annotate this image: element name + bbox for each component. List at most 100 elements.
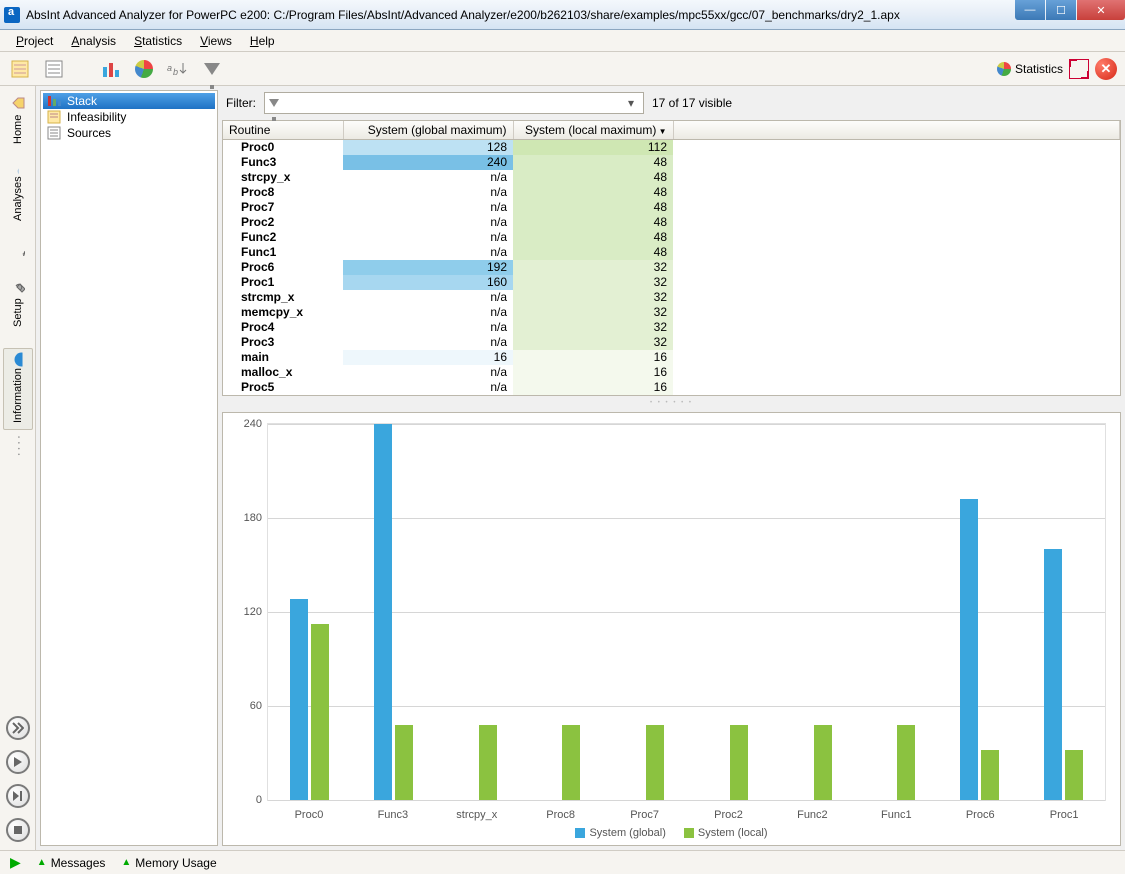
bar[interactable] bbox=[897, 725, 915, 800]
toolbar-btn-pie[interactable] bbox=[132, 57, 156, 81]
cell-routine: Proc0 bbox=[223, 140, 343, 155]
col-routine[interactable]: Routine bbox=[223, 121, 343, 140]
messages-label: Messages bbox=[51, 856, 106, 870]
bar[interactable] bbox=[960, 499, 978, 800]
window-close-button[interactable]: ✕ bbox=[1077, 0, 1125, 20]
cell-routine: Proc1 bbox=[223, 275, 343, 290]
tree-item-stack[interactable]: Stack bbox=[43, 93, 215, 109]
toolbar-btn-2[interactable] bbox=[42, 57, 66, 81]
filter-dropdown-button[interactable]: ▾ bbox=[623, 96, 639, 110]
table-row[interactable]: malloc_xn/a16 bbox=[223, 365, 1120, 380]
barchart-icon bbox=[100, 59, 120, 79]
cell-routine: memcpy_x bbox=[223, 305, 343, 320]
filter-input-wrap[interactable]: ▾ bbox=[264, 92, 644, 114]
step-button[interactable] bbox=[6, 784, 30, 808]
table-row[interactable]: Proc2n/a48 bbox=[223, 215, 1120, 230]
bar[interactable] bbox=[646, 725, 664, 800]
play-button[interactable] bbox=[6, 750, 30, 774]
bar[interactable] bbox=[311, 624, 329, 800]
funnel-icon bbox=[204, 63, 220, 75]
run-button[interactable]: ▶ bbox=[10, 854, 21, 871]
bar[interactable] bbox=[395, 725, 413, 800]
cell-local: 16 bbox=[513, 380, 673, 395]
horizontal-splitter[interactable]: • • • • • • bbox=[222, 400, 1121, 408]
table-row[interactable]: Proc8n/a48 bbox=[223, 185, 1120, 200]
window-title: AbsInt Advanced Analyzer for PowerPC e20… bbox=[26, 8, 900, 22]
home-icon bbox=[11, 96, 25, 110]
table-row[interactable]: Proc116032 bbox=[223, 275, 1120, 290]
table-row[interactable]: Proc3n/a32 bbox=[223, 335, 1120, 350]
vtab-analyses[interactable]: Analysesa bbox=[3, 164, 33, 228]
menu-analysis[interactable]: Analysis bbox=[63, 32, 124, 50]
filter-input[interactable] bbox=[283, 96, 619, 110]
memory-usage-button[interactable]: ▲Memory Usage bbox=[121, 856, 216, 870]
cell-global: 128 bbox=[343, 140, 513, 155]
menu-views[interactable]: Views bbox=[192, 32, 240, 50]
bar[interactable] bbox=[814, 725, 832, 800]
messages-button[interactable]: ▲ Messages bbox=[37, 856, 106, 870]
bar[interactable] bbox=[1065, 750, 1083, 800]
table-row[interactable]: strcpy_xn/a48 bbox=[223, 170, 1120, 185]
cell-routine: Proc3 bbox=[223, 335, 343, 350]
toolbar-btn-filter[interactable] bbox=[200, 57, 224, 81]
bar[interactable] bbox=[374, 424, 392, 801]
tree-label-stack: Stack bbox=[67, 94, 97, 108]
statistics-link[interactable]: Statistics bbox=[997, 62, 1063, 76]
legend-swatch-local bbox=[684, 828, 694, 838]
cell-global: n/a bbox=[343, 305, 513, 320]
vtab-home[interactable]: Home bbox=[3, 88, 33, 152]
list-icon bbox=[44, 59, 64, 79]
legend-local: System (local) bbox=[684, 827, 768, 839]
table-row[interactable]: Proc4n/a32 bbox=[223, 320, 1120, 335]
table-row[interactable]: Func1n/a48 bbox=[223, 245, 1120, 260]
cell-global: n/a bbox=[343, 335, 513, 350]
cell-routine: Func3 bbox=[223, 155, 343, 170]
tree-item-sources[interactable]: Sources bbox=[43, 125, 215, 141]
bar[interactable] bbox=[981, 750, 999, 800]
play-fast-button[interactable] bbox=[6, 716, 30, 740]
minimize-button[interactable]: — bbox=[1015, 0, 1045, 20]
col-global[interactable]: System (global maximum) bbox=[343, 121, 513, 140]
table-row[interactable]: memcpy_xn/a32 bbox=[223, 305, 1120, 320]
tree-item-infeasibility[interactable]: Infeasibility bbox=[43, 109, 215, 125]
table-row[interactable]: Proc7n/a48 bbox=[223, 200, 1120, 215]
toolbar-btn-1[interactable] bbox=[8, 57, 32, 81]
menu-bar: Project Analysis Statistics Views Help bbox=[0, 30, 1125, 52]
x-tick-label: Func2 bbox=[770, 809, 854, 821]
cell-local: 16 bbox=[513, 365, 673, 380]
table-row[interactable]: Func324048 bbox=[223, 155, 1120, 170]
vtab-fx[interactable]: f(x) bbox=[3, 230, 33, 260]
menu-project[interactable]: Project bbox=[8, 32, 61, 50]
table-row[interactable]: Proc619232 bbox=[223, 260, 1120, 275]
table-row[interactable]: Func2n/a48 bbox=[223, 230, 1120, 245]
cell-local: 48 bbox=[513, 170, 673, 185]
bar-group bbox=[854, 424, 938, 801]
menu-help[interactable]: Help bbox=[242, 32, 283, 50]
stop-button[interactable] bbox=[6, 818, 30, 842]
notes-icon bbox=[10, 59, 30, 79]
bar[interactable] bbox=[730, 725, 748, 800]
toolbar-btn-sort[interactable]: ab bbox=[166, 57, 190, 81]
close-view-button[interactable]: ✕ bbox=[1095, 58, 1117, 80]
bar[interactable] bbox=[290, 599, 308, 800]
vtab-setup[interactable]: Setup bbox=[3, 272, 33, 336]
window-controls: — ☐ ✕ bbox=[1014, 0, 1125, 20]
table-row[interactable]: Proc5n/a16 bbox=[223, 380, 1120, 395]
bar[interactable] bbox=[1044, 549, 1062, 800]
vtab-information[interactable]: Informationi bbox=[3, 348, 33, 430]
table-row[interactable]: strcmp_xn/a32 bbox=[223, 290, 1120, 305]
col-local[interactable]: System (local maximum) bbox=[513, 121, 673, 140]
table-row[interactable]: main1616 bbox=[223, 350, 1120, 365]
triangle-up-icon: ▲ bbox=[37, 857, 47, 868]
fullscreen-button[interactable] bbox=[1069, 59, 1089, 79]
toolbar-btn-bars[interactable] bbox=[98, 57, 122, 81]
bar[interactable] bbox=[562, 725, 580, 800]
menu-statistics[interactable]: Statistics bbox=[126, 32, 190, 50]
bar-group bbox=[603, 424, 687, 801]
table-row[interactable]: Proc0128112 bbox=[223, 140, 1120, 155]
maximize-button[interactable]: ☐ bbox=[1046, 0, 1076, 20]
app-icon bbox=[4, 7, 20, 23]
y-tick-label: 180 bbox=[244, 512, 262, 524]
bar[interactable] bbox=[479, 725, 497, 800]
cell-local: 32 bbox=[513, 320, 673, 335]
